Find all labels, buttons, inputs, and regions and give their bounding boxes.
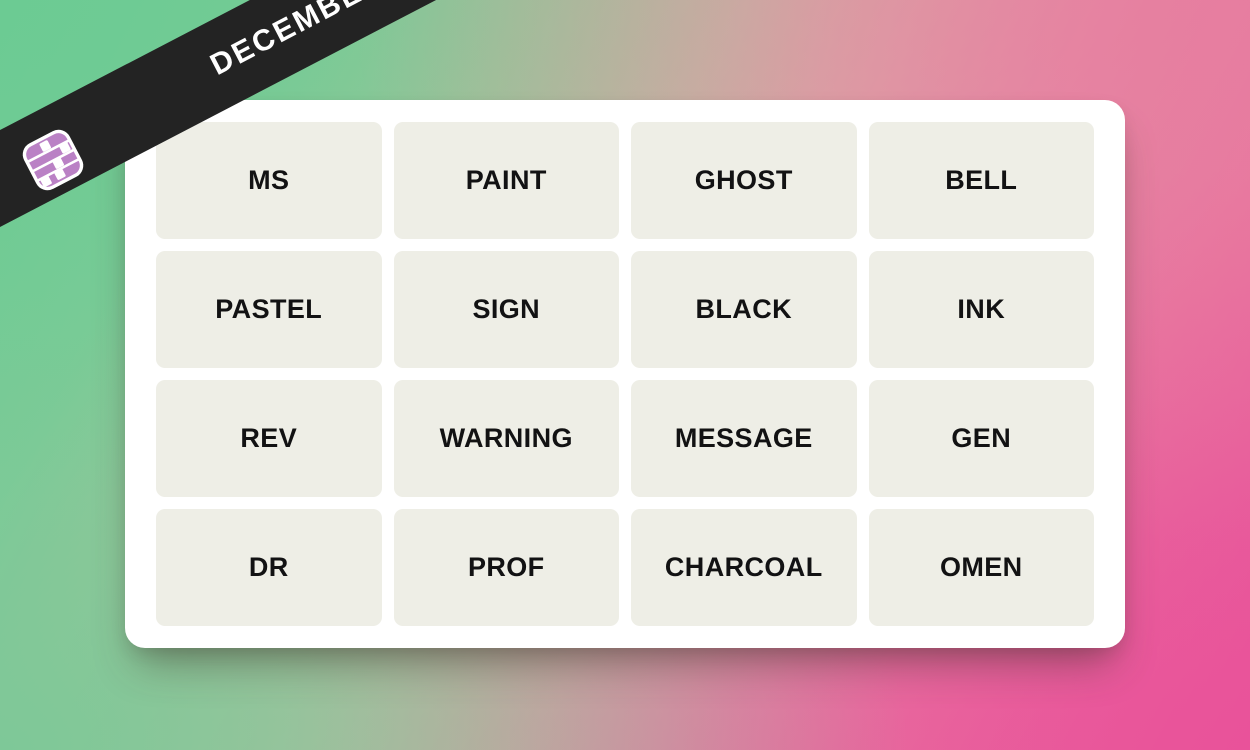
- word-tile[interactable]: SIGN: [393, 251, 619, 368]
- word-tile[interactable]: PROF: [393, 509, 619, 626]
- word-tile[interactable]: CHARCOAL: [631, 509, 857, 626]
- word-tile[interactable]: PASTEL: [156, 251, 382, 368]
- connections-word-grid: MS PAINT GHOST BELL PASTEL SIGN BLACK IN…: [156, 122, 1094, 626]
- word-tile-label: SIGN: [472, 294, 541, 324]
- word-tile-label: PASTEL: [215, 294, 323, 324]
- word-tile-label: WARNING: [439, 423, 573, 453]
- word-tile[interactable]: INK: [868, 251, 1094, 368]
- word-tile[interactable]: GHOST: [631, 122, 857, 239]
- connections-logo-icon: [20, 127, 86, 193]
- word-tile[interactable]: DR: [156, 509, 382, 626]
- word-tile[interactable]: PAINT: [393, 122, 619, 239]
- word-tile-label: MS: [248, 165, 290, 195]
- word-tile-label: GHOST: [694, 165, 793, 195]
- word-tile[interactable]: GEN: [868, 380, 1094, 497]
- word-tile-label: DR: [248, 552, 289, 582]
- word-tile-label: INK: [957, 294, 1006, 324]
- word-tile-label: GEN: [951, 423, 1012, 453]
- word-tile-label: CHARCOAL: [664, 552, 823, 582]
- word-tile[interactable]: BLACK: [631, 251, 857, 368]
- puzzle-card: MS PAINT GHOST BELL PASTEL SIGN BLACK IN…: [125, 100, 1125, 648]
- word-tile-label: REV: [240, 423, 298, 453]
- word-tile-label: PROF: [467, 552, 545, 582]
- word-tile[interactable]: REV: [156, 380, 382, 497]
- word-tile[interactable]: WARNING: [393, 380, 619, 497]
- word-tile[interactable]: MESSAGE: [631, 380, 857, 497]
- word-tile-label: MESSAGE: [674, 423, 813, 453]
- word-tile-label: BELL: [945, 165, 1018, 195]
- word-tile[interactable]: BELL: [868, 122, 1094, 239]
- word-tile[interactable]: OMEN: [868, 509, 1094, 626]
- word-tile-label: OMEN: [939, 552, 1023, 582]
- word-tile[interactable]: MS: [156, 122, 382, 239]
- word-tile-label: BLACK: [695, 294, 792, 324]
- word-tile-label: PAINT: [465, 165, 547, 195]
